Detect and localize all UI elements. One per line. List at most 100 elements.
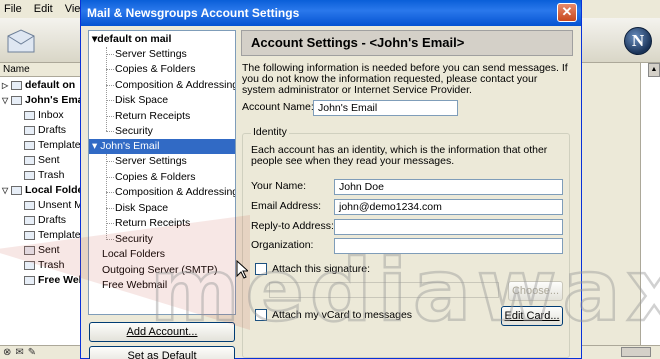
folder-label: John's Ema [25, 94, 84, 106]
organization-field[interactable] [334, 238, 563, 254]
identity-intro-text: Each account has an identity, which is t… [251, 144, 548, 167]
mail-account-icon [11, 96, 22, 105]
your-name-field[interactable]: John Doe [334, 179, 563, 195]
netscape-logo-icon: N [624, 27, 652, 55]
attach-signature-label[interactable]: Attach this signature: [272, 262, 370, 276]
set-default-button[interactable]: Set as Default [89, 346, 235, 359]
close-button[interactable]: ✕ [557, 3, 577, 22]
close-icon: ✕ [561, 4, 573, 19]
online-status-icon[interactable]: ⊗ [3, 347, 11, 358]
menu-file[interactable]: File [2, 3, 24, 15]
horizontal-scroll-thumb[interactable] [621, 347, 651, 357]
tree-item-disk-space[interactable]: Disk Space [115, 201, 168, 216]
tree-item-server-settings[interactable]: Server Settings [115, 154, 187, 169]
tree-item-return-receipts[interactable]: Return Receipts [115, 216, 190, 231]
mail-status-icon[interactable]: ✉ [15, 347, 23, 358]
dialog-titlebar[interactable]: Mail & Newsgroups Account Settings [81, 0, 581, 26]
inbox-icon [24, 111, 35, 120]
tree-item-composition[interactable]: Composition & Addressing [115, 78, 235, 93]
choose-button[interactable]: Choose... [508, 281, 563, 301]
get-mail-icon[interactable] [6, 28, 36, 56]
tree-item-security[interactable]: Security [115, 124, 153, 139]
mail-account-icon [11, 81, 22, 90]
attach-vcard-checkbox[interactable] [255, 309, 267, 321]
status-icons: ⊗ ✉ ✎ [3, 347, 36, 358]
unsent-icon [24, 201, 35, 210]
tree-item-disk-space[interactable]: Disk Space [115, 93, 168, 108]
set-default-label: Set as Default [127, 350, 197, 359]
folder-label: Inbox [38, 109, 64, 121]
tree-item-free-webmail[interactable]: Free Webmail [102, 278, 167, 293]
choose-label: Choose... [511, 285, 560, 297]
folder-item[interactable]: Unsent M [24, 198, 83, 213]
tree-account-label: John's Email [100, 140, 160, 152]
folder-label: Trash [38, 169, 65, 181]
folder-item[interactable]: Sent [24, 243, 60, 258]
account-settings-panel: Account Settings - <John's Email> The fo… [241, 30, 573, 359]
folder-pane: ▷ default on ▽ John's Ema Inbox Drafts Templat… [0, 77, 94, 345]
tree-twisty-icon[interactable]: ▾ [92, 140, 97, 152]
menu-edit[interactable]: Edit [32, 3, 55, 15]
folder-twisty-icon[interactable]: ▷ [2, 78, 11, 93]
tree-item-security[interactable]: Security [115, 232, 153, 247]
reply-to-field[interactable] [334, 219, 563, 235]
folder-item[interactable]: ▽ John's Ema [2, 93, 84, 108]
folder-label: Sent [38, 154, 60, 166]
tree-account-label: default on mail [97, 33, 172, 45]
add-account-button[interactable]: Add Account... [89, 322, 235, 342]
attach-signature-checkbox[interactable] [255, 263, 267, 275]
folder-item[interactable]: Inbox [24, 108, 64, 123]
composer-status-icon[interactable]: ✎ [28, 347, 36, 358]
folder-label: Drafts [38, 214, 67, 226]
email-address-label: Email Address: [251, 200, 322, 212]
folder-twisty-icon[interactable]: ▽ [2, 183, 11, 198]
folder-label: Unsent M [38, 199, 83, 211]
folder-item[interactable]: ▽ Local Folde [2, 183, 83, 198]
sent-icon [24, 156, 35, 165]
trash-icon [24, 171, 35, 180]
folder-column-header[interactable]: Name [0, 63, 82, 77]
edit-card-label: Edit Card... [504, 310, 560, 322]
trash-icon [24, 261, 35, 270]
tree-item-server-settings[interactable]: Server Settings [115, 47, 187, 62]
tree-item-copies-folders[interactable]: Copies & Folders [115, 62, 196, 77]
tree-item-return-receipts[interactable]: Return Receipts [115, 109, 190, 124]
scroll-up-button[interactable]: ▲ [648, 63, 660, 77]
tree-account-default[interactable]: ▾default on mail [92, 32, 171, 47]
account-name-field[interactable]: John's Email [313, 100, 458, 116]
dialog-title: Mail & Newsgroups Account Settings [87, 6, 300, 20]
folder-label: default on [25, 79, 76, 91]
templates-icon [24, 231, 35, 240]
email-address-field[interactable]: john@demo1234.com [334, 199, 563, 215]
tree-account-johns-email[interactable]: ▾ John's Email [89, 139, 235, 154]
folder-label: Sent [38, 244, 60, 256]
folder-twisty-icon[interactable]: ▽ [2, 93, 11, 108]
folder-item[interactable]: Drafts [24, 123, 66, 138]
signature-path-field[interactable] [269, 282, 499, 298]
folder-item[interactable]: Drafts [24, 213, 66, 228]
folder-item[interactable]: Trash [24, 258, 64, 273]
folder-item[interactable]: Template [24, 228, 81, 243]
folder-item[interactable]: Sent [24, 153, 60, 168]
templates-icon [24, 141, 35, 150]
tree-item-outgoing-server[interactable]: Outgoing Server (SMTP) [102, 263, 218, 278]
local-folders-icon [11, 186, 22, 195]
drafts-icon [24, 126, 35, 135]
account-settings-dialog: Mail & Newsgroups Account Settings ✕ ▾de… [80, 0, 582, 359]
folder-item[interactable]: Trash [24, 168, 64, 183]
organization-label: Organization: [251, 239, 314, 251]
folder-item[interactable]: ▷ default on [2, 78, 75, 93]
attach-vcard-label[interactable]: Attach my vCard to messages [272, 308, 412, 322]
tree-item-composition[interactable]: Composition & Addressing [115, 185, 235, 200]
folder-label: Local Folde [25, 184, 84, 196]
tree-item-local-folders[interactable]: Local Folders [102, 247, 165, 262]
sent-icon [24, 246, 35, 255]
folder-item[interactable]: Template [24, 138, 81, 153]
folder-label: Template [38, 229, 81, 241]
message-pane [640, 63, 660, 345]
edit-card-button[interactable]: Edit Card... [501, 306, 563, 326]
tree-item-copies-folders[interactable]: Copies & Folders [115, 170, 196, 185]
your-name-label: Your Name: [251, 180, 307, 192]
webmail-icon [24, 276, 35, 285]
panel-header: Account Settings - <John's Email> [241, 30, 573, 56]
